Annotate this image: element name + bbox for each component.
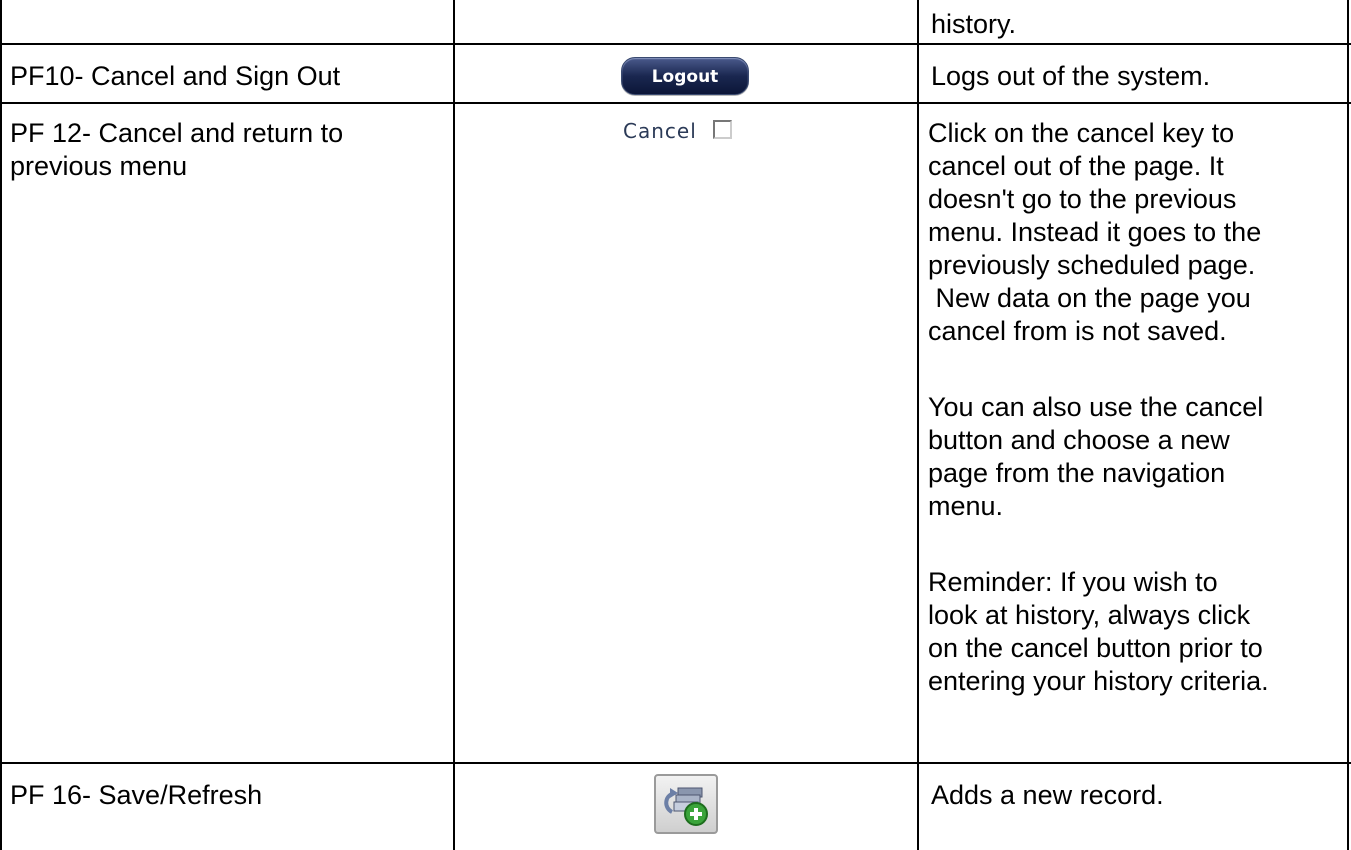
row-description-line: doesn't go to the previous [928, 184, 1237, 214]
row-description-line: Adds a new record. [931, 780, 1164, 810]
row-divider [0, 762, 1351, 764]
row-description-line: menu. Instead it goes to the [928, 217, 1262, 247]
cancel-label: Cancel [623, 119, 697, 143]
row-description-line: entering your history criteria. [928, 666, 1269, 696]
row-description-line: cancel out of the page. It [928, 151, 1224, 181]
row-key-label: PF 12- Cancel and return to [10, 118, 344, 148]
row-description-line: New data on the page you [928, 283, 1251, 313]
row-divider [0, 43, 1351, 45]
row-description-line: history. [931, 9, 1017, 39]
table-border-col1 [453, 0, 455, 850]
row-key-label: previous menu [10, 151, 188, 181]
row-description-line: Click on the cancel key to [928, 118, 1235, 148]
save-refresh-button[interactable] [654, 774, 718, 834]
table-border-col2 [917, 0, 919, 850]
row-key-label: PF 16- Save/Refresh [10, 780, 263, 810]
document-page: history. PF10- Cancel and Sign Out Logou… [0, 0, 1351, 850]
row-description-line: page from the navigation [928, 458, 1226, 488]
row-description-line: cancel from is not saved. [928, 316, 1227, 346]
row-description-line: You can also use the cancel [928, 392, 1264, 422]
table-border-left [0, 0, 2, 850]
row-description-line: Logs out of the system. [931, 61, 1211, 91]
row-description-line: look at history, always click [928, 600, 1251, 630]
row-divider [0, 102, 1351, 104]
row-key-label: PF10- Cancel and Sign Out [10, 61, 341, 91]
row-description-line: on the cancel button prior to [928, 633, 1263, 663]
row-description-line: menu. [928, 491, 1004, 521]
table-border-right [1347, 0, 1349, 850]
row-description-line: previously scheduled page. [928, 250, 1256, 280]
row-description-line: Reminder: If you wish to [928, 567, 1218, 597]
cancel-checkbox[interactable] [713, 120, 732, 139]
row-description-line: button and choose a new [928, 425, 1230, 455]
logout-button[interactable]: Logout [621, 57, 749, 95]
